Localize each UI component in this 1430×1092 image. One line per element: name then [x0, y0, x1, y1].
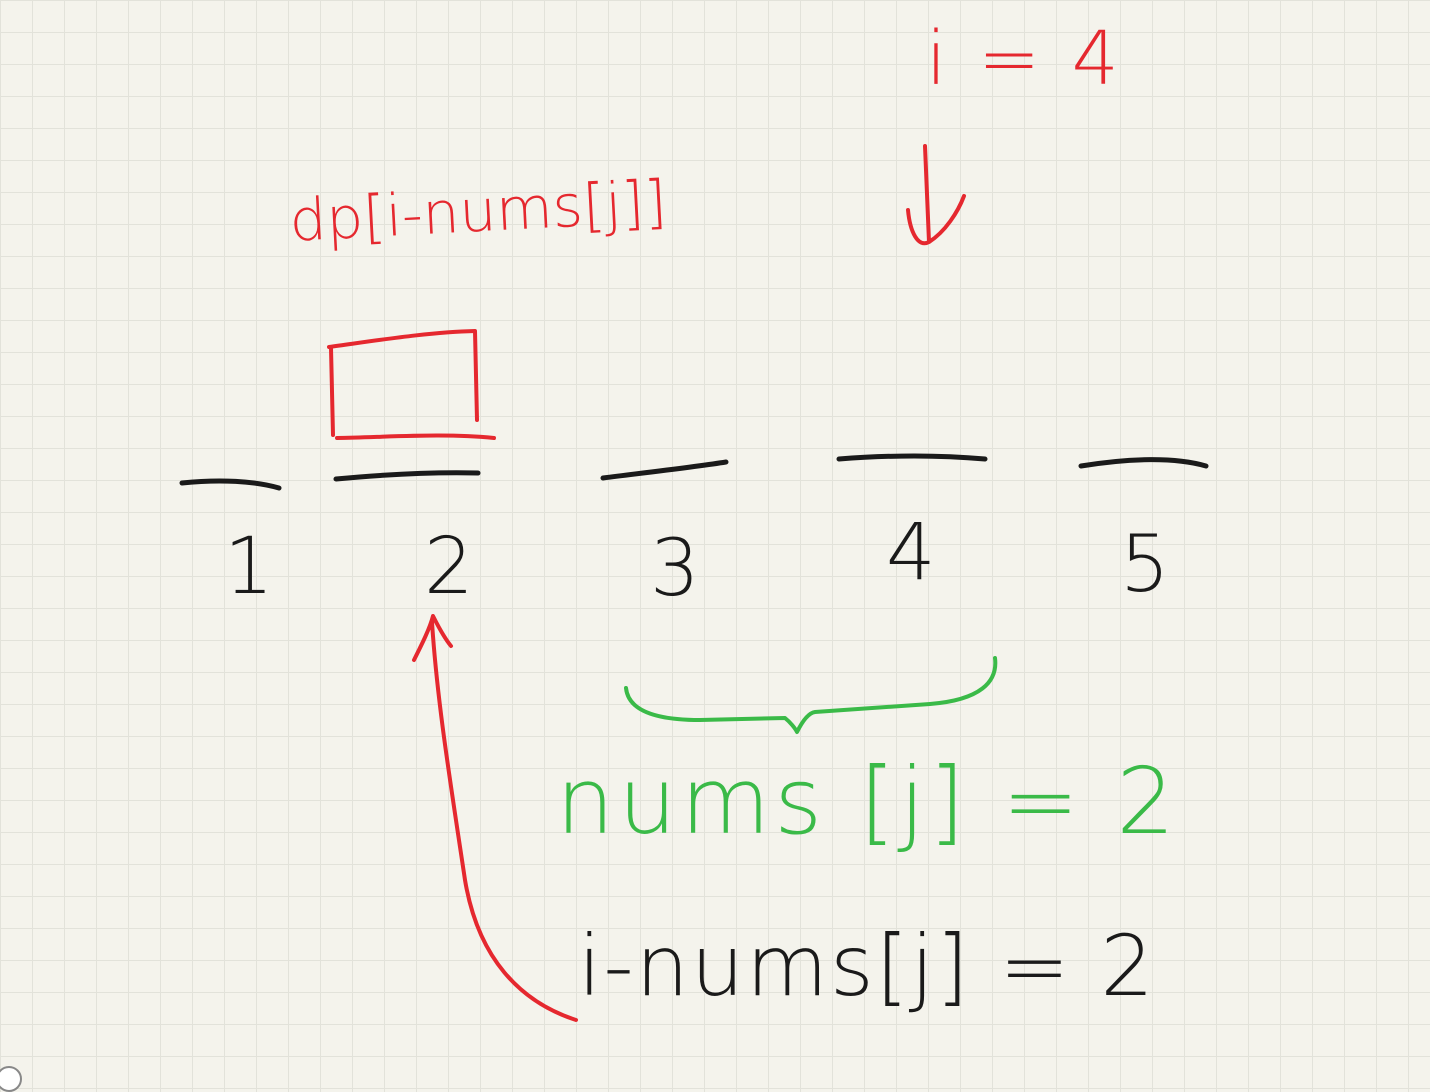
index-3-label: 3: [650, 524, 700, 614]
corner-handle: [0, 1066, 22, 1092]
difference-expression-label: i-nums[j] = 2: [578, 917, 1156, 1015]
slot-2: [333, 470, 481, 482]
range-brace: [624, 656, 998, 734]
top-index-label: i = 4: [926, 16, 1123, 102]
index-1-label: 1: [224, 522, 274, 612]
dp-highlight-box: [327, 329, 496, 440]
pointer-arrow: [906, 144, 966, 246]
slot-4: [836, 453, 988, 462]
curved-arrow: [412, 614, 578, 1022]
nums-expression-label: nums [j] = 2: [556, 748, 1179, 855]
index-5-label: 5: [1120, 520, 1170, 610]
index-2-label: 2: [424, 522, 474, 612]
slot-3: [600, 459, 729, 481]
slot-5: [1078, 457, 1209, 469]
slot-1: [179, 478, 282, 491]
index-4-label: 4: [886, 508, 936, 598]
